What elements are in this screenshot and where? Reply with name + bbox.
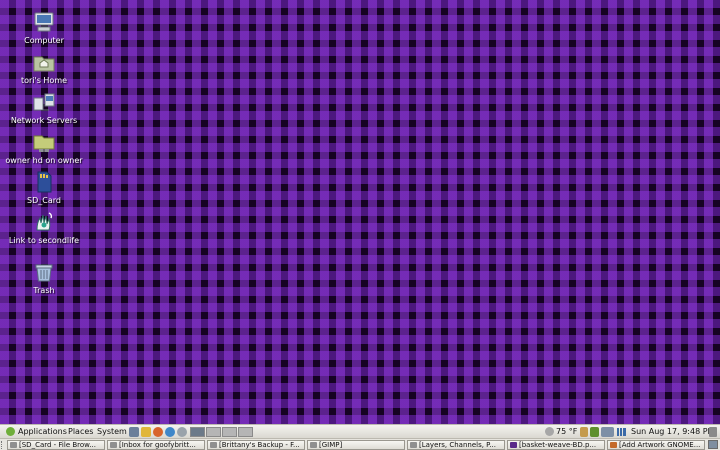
task-gimp[interactable]: [GIMP] [307, 440, 405, 450]
desktop-icon-label: SD_Card [27, 196, 61, 205]
task-backup[interactable]: [Brittany's Backup - F... [207, 440, 305, 450]
trash-icon [32, 260, 56, 284]
workspace-1[interactable] [190, 427, 205, 437]
menu-system[interactable]: System [97, 427, 127, 436]
launcher-firefox-icon[interactable] [153, 427, 163, 437]
desktop-icon-label: Trash [33, 286, 55, 295]
network-servers-icon [32, 90, 56, 114]
folder-icon [10, 442, 17, 448]
launcher-smiley-icon[interactable] [141, 427, 151, 437]
desktop-icon-label: owner hd on owner [5, 156, 83, 165]
workspace-4[interactable] [238, 427, 253, 437]
desktop-icon-label: Link to secondlife [8, 236, 80, 245]
desktop-icon-sd-card[interactable]: SD_Card [2, 170, 86, 206]
lock-icon[interactable] [580, 427, 588, 437]
launcher-globe-icon[interactable] [165, 427, 175, 437]
weather-cloud-icon [545, 427, 554, 436]
update-icon[interactable] [590, 427, 599, 437]
desktop-icon-secondlife[interactable]: Link to secondlife [2, 210, 86, 246]
weather-temperature[interactable]: 75 °F [556, 427, 577, 436]
volume-icon[interactable] [709, 427, 717, 437]
desktop-icon-label: Computer [24, 36, 64, 45]
top-panel: Applications Places System 75 °F Sun Aug… [0, 424, 720, 438]
workspace-2[interactable] [206, 427, 221, 437]
home-folder-icon [32, 50, 56, 74]
desktop-icon-computer[interactable]: Computer [2, 10, 86, 46]
menu-places[interactable]: Places [68, 427, 93, 436]
task-basket-weave[interactable]: [basket-weave-BD.p... [507, 440, 605, 450]
sd-card-icon [32, 170, 56, 194]
menu-applications[interactable]: Applications [18, 427, 67, 436]
desktop-icon-network-servers[interactable]: Network Servers [2, 90, 86, 126]
desktop-icon-owner-hd[interactable]: owner hd on owner [2, 130, 86, 166]
secondlife-icon [32, 210, 56, 234]
workspace-3[interactable] [222, 427, 237, 437]
browser-icon [610, 442, 617, 448]
desktop-background: Computer tori's Home Network Servers own… [0, 0, 720, 424]
gnome-foot-icon [6, 427, 15, 436]
task-inbox[interactable]: [Inbox for goofybritt... [107, 440, 205, 450]
task-layers[interactable]: [Layers, Channels, P... [407, 440, 505, 450]
window-list: [SD_Card - File Brow... [Inbox for goofy… [0, 438, 720, 450]
network-status-icon[interactable] [601, 427, 614, 437]
image-icon [510, 442, 517, 448]
browser-icon [210, 442, 217, 448]
launcher-gear-icon[interactable] [177, 427, 187, 437]
desktop-icon-trash[interactable]: Trash [2, 260, 86, 296]
desktop-icon-label: tori's Home [20, 76, 68, 85]
trash-applet-icon[interactable] [708, 440, 718, 449]
gimp-icon [310, 442, 317, 448]
mail-icon [110, 442, 117, 448]
network-drive-icon [32, 130, 56, 154]
task-add-artwork[interactable]: [Add Artwork GNOME... [607, 440, 705, 450]
clock[interactable]: Sun Aug 17, 9:48 PM [631, 427, 714, 436]
launcher-network-icon[interactable] [129, 427, 139, 437]
desktop-icon-label: Network Servers [10, 116, 78, 125]
layers-icon [410, 442, 417, 448]
show-desktop-handle[interactable] [1, 441, 6, 449]
task-sd-card[interactable]: [SD_Card - File Brow... [7, 440, 105, 450]
computer-icon [32, 10, 56, 34]
desktop-icon-home[interactable]: tori's Home [2, 50, 86, 86]
signal-strength-icon[interactable] [617, 428, 626, 436]
